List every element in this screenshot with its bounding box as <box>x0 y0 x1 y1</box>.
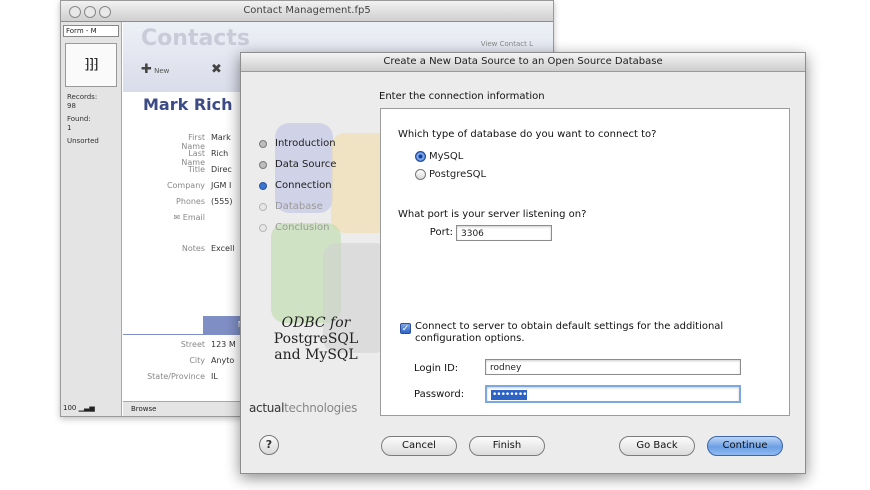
field-label: Notes <box>181 244 205 253</box>
field-value[interactable]: (555) <box>211 197 233 206</box>
found-count: 1 <box>67 124 72 132</box>
zoom-icon[interactable]: ▁▃▅ <box>79 404 95 412</box>
connect-checkbox[interactable]: ✓ <box>400 323 411 334</box>
step-label: Conclusion <box>275 222 330 233</box>
radio-unselected-icon[interactable] <box>415 169 426 180</box>
brand-name-light: technologies <box>284 401 358 415</box>
password-value: •••••••• <box>491 390 527 400</box>
sort-status: Unsorted <box>67 137 99 145</box>
help-button[interactable]: ? <box>259 435 279 455</box>
window-title: Contact Management.fp5 <box>243 5 371 16</box>
step-label: Introduction <box>275 138 336 149</box>
step-label: Data Source <box>275 159 337 170</box>
field-value[interactable]: Rich <box>211 149 228 158</box>
zoom-value: 100 <box>63 404 77 412</box>
delete-record-button[interactable]: ✖ <box>211 62 222 77</box>
product-name: ODBC for PostgreSQL and MySQL <box>261 315 371 363</box>
step-pending-icon <box>259 202 267 211</box>
step-label: Connection <box>275 180 332 191</box>
new-record-icon: ✚ <box>141 62 152 77</box>
window-titlebar[interactable]: Contact Management.fp5 <box>61 1 553 22</box>
field-value[interactable]: Mark <box>211 133 231 142</box>
product-name-line: and MySQL <box>274 347 358 363</box>
field-value[interactable]: JGM I <box>211 181 231 190</box>
zoom-window-icon[interactable] <box>99 6 111 18</box>
cancel-button[interactable]: Cancel <box>381 436 457 456</box>
delete-record-icon: ✖ <box>211 62 222 77</box>
brand-name-bold: actual <box>249 401 285 415</box>
password-input[interactable]: •••••••• <box>485 385 741 403</box>
radio-selected-icon[interactable] <box>415 151 426 162</box>
field-value[interactable]: 123 M <box>211 340 236 349</box>
records-label: Records: <box>67 93 98 101</box>
finish-button[interactable]: Finish <box>469 436 545 456</box>
field-label: Street <box>180 340 205 349</box>
new-record-label: New <box>154 67 170 75</box>
field-label: Company <box>166 181 205 190</box>
field-label: City <box>189 356 205 365</box>
radio-postgresql[interactable]: PostgreSQL <box>415 169 486 180</box>
field-label: Phones <box>176 197 205 206</box>
radio-mysql[interactable]: MySQL <box>415 151 463 162</box>
book-icon[interactable]: ⁆⁆⁆ <box>65 43 117 87</box>
step-pending-icon <box>259 223 267 232</box>
status-area: Form - M ⁆⁆⁆ Records: 98 Found: 1 Unsort… <box>61 22 122 416</box>
mode-select[interactable]: Browse <box>131 405 157 413</box>
minimize-window-icon[interactable] <box>84 6 96 18</box>
connection-panel: Which type of database do you want to co… <box>380 108 790 416</box>
panel-heading: Enter the connection information <box>379 91 545 102</box>
product-name-line: PostgreSQL <box>273 331 359 347</box>
radio-label[interactable]: PostgreSQL <box>429 169 486 180</box>
field-label: ✉ Email <box>165 213 205 222</box>
field-value[interactable]: Anyto <box>211 356 234 365</box>
radio-label[interactable]: MySQL <box>429 151 463 162</box>
create-data-source-dialog: Create a New Data Source to an Open Sour… <box>240 52 806 474</box>
product-name-line: ODBC for <box>281 315 351 331</box>
password-label: Password: <box>414 389 465 400</box>
step-current-icon <box>259 181 267 190</box>
layout-select[interactable]: Form - M <box>63 25 119 37</box>
zoom-level[interactable]: 100 ▁▃▅ <box>63 404 95 412</box>
step-introduction: Introduction <box>259 133 336 154</box>
login-id-input[interactable]: rodney <box>485 359 741 375</box>
step-conclusion: Conclusion <box>259 217 336 238</box>
step-connection: Connection <box>259 175 336 196</box>
records-count: 98 <box>67 102 76 110</box>
view-contact-list-link[interactable]: View Contact L <box>481 40 533 48</box>
field-label: State/Province <box>147 372 205 381</box>
brand-logo: actualtechnologies <box>249 401 357 415</box>
port-label: Port: <box>429 227 453 238</box>
continue-button[interactable]: Continue <box>707 436 783 456</box>
contact-name: Mark Rich <box>143 95 233 114</box>
port-question: What port is your server listening on? <box>398 209 587 220</box>
connect-checkbox-label[interactable]: Connect to server to obtain default sett… <box>415 321 775 345</box>
email-label: Email <box>182 213 205 222</box>
dialog-title[interactable]: Create a New Data Source to an Open Sour… <box>241 53 805 72</box>
email-icon[interactable]: ✉ <box>174 213 181 222</box>
step-done-icon <box>259 160 267 169</box>
database-type-question: Which type of database do you want to co… <box>398 129 657 140</box>
go-back-button[interactable]: Go Back <box>619 436 695 456</box>
new-record-button[interactable]: ✚ New <box>141 62 169 77</box>
port-input[interactable]: 3306 <box>456 225 552 241</box>
found-label: Found: <box>67 115 91 123</box>
step-database: Database <box>259 196 336 217</box>
field-value[interactable]: Direc <box>211 165 232 174</box>
step-done-icon <box>259 139 267 148</box>
layout-title: Contacts <box>141 26 250 51</box>
field-value[interactable]: Excell <box>211 244 234 253</box>
field-value[interactable]: IL <box>211 372 218 381</box>
field-label: Title <box>187 165 205 174</box>
assistant-steps: Introduction Data Source Connection Data… <box>259 133 336 238</box>
step-data-source: Data Source <box>259 154 336 175</box>
close-window-icon[interactable] <box>69 6 81 18</box>
login-id-label: Login ID: <box>414 363 459 374</box>
step-label: Database <box>275 201 323 212</box>
